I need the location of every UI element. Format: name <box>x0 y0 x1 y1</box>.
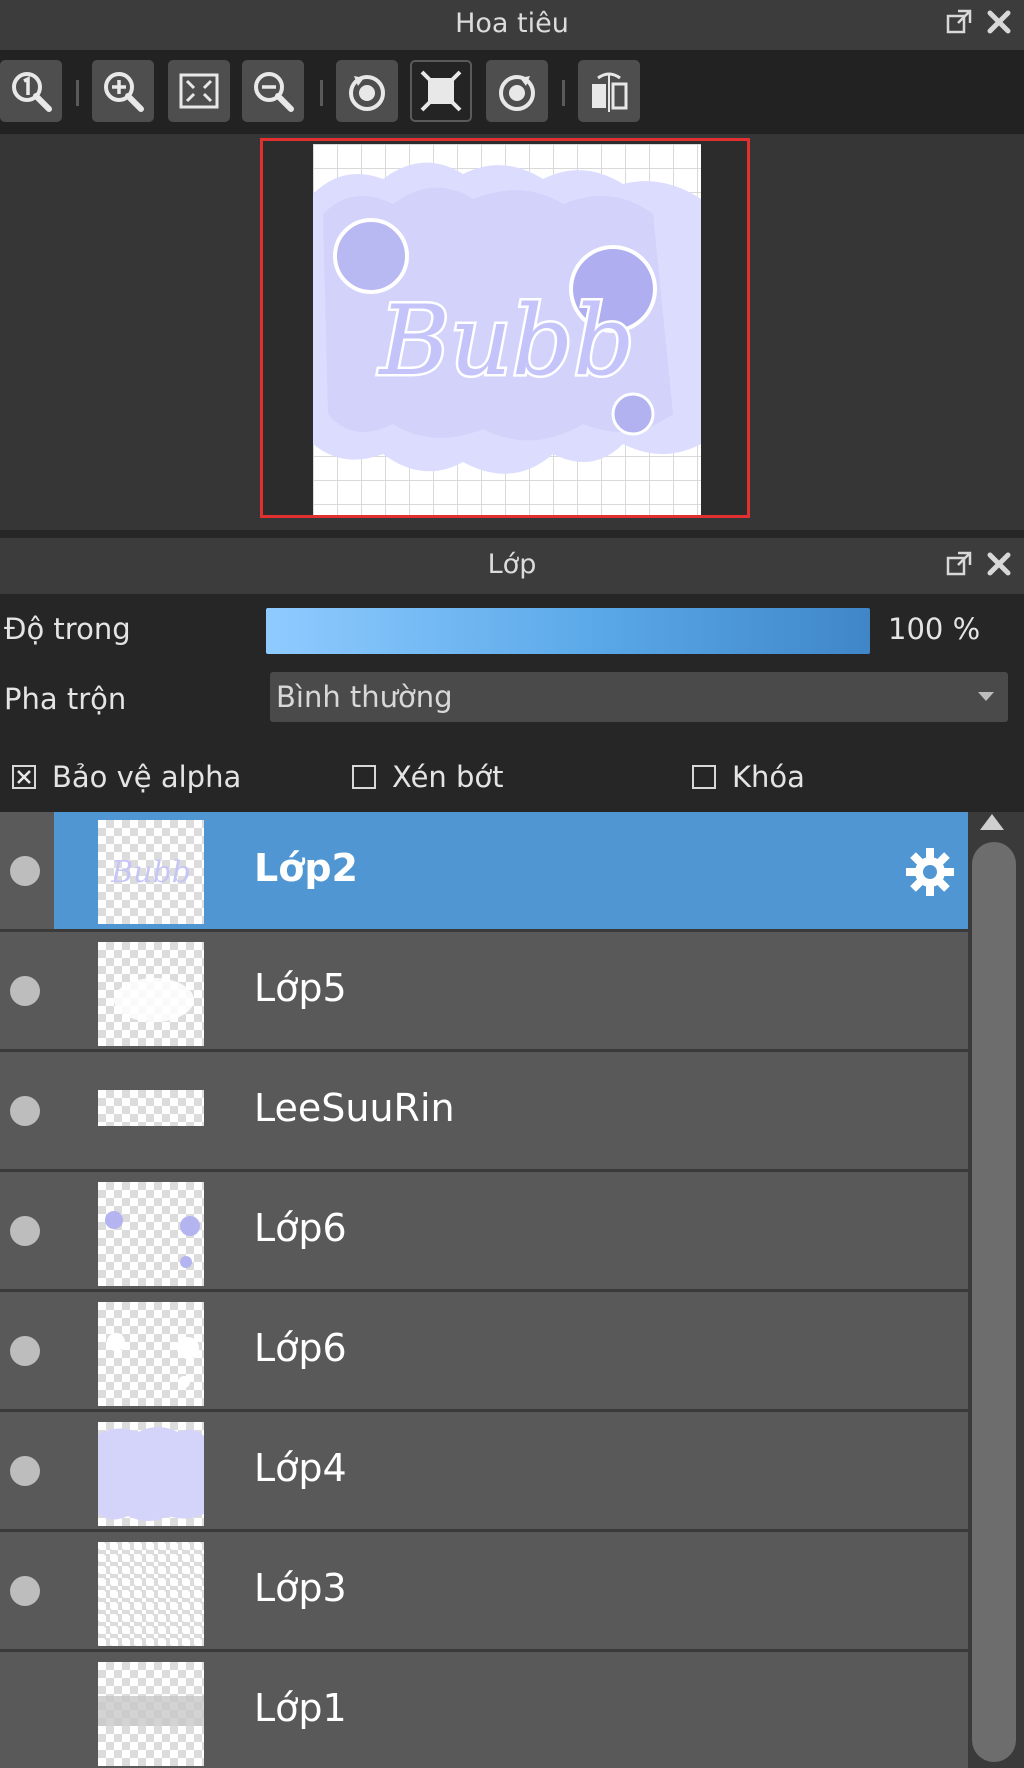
layer-name: Lớp6 <box>254 1326 347 1370</box>
layer-name: Lớp4 <box>254 1446 347 1490</box>
svg-text:Bubb: Bubb <box>110 855 191 890</box>
layer-row[interactable]: Lớp3 <box>0 1532 968 1652</box>
layer-list-scrollbar[interactable] <box>968 812 1024 1768</box>
rotate-right-icon <box>499 75 535 111</box>
scrollbar-thumb[interactable] <box>972 842 1016 1762</box>
blend-mode-label: Pha trộn <box>4 682 127 716</box>
flip-horizontal-button[interactable] <box>578 60 640 122</box>
layer-thumbnail <box>98 1542 204 1646</box>
layer-thumbnail <box>98 1182 204 1286</box>
layer-thumbnail <box>98 942 204 1046</box>
fit-to-window-button[interactable] <box>168 60 230 122</box>
visibility-toggle-icon[interactable] <box>10 1576 40 1606</box>
undock-icon[interactable] <box>944 550 974 580</box>
rotate-left-icon <box>349 75 385 111</box>
protect-alpha-label: Bảo vệ alpha <box>52 760 242 794</box>
zoom-one-icon <box>12 72 52 112</box>
layer-row[interactable]: Lớp6 <box>0 1172 968 1292</box>
layer-name: Lớp2 <box>254 846 358 890</box>
close-icon[interactable] <box>984 8 1014 38</box>
clipping-checkbox[interactable] <box>352 765 376 789</box>
close-icon[interactable] <box>984 550 1014 580</box>
toolbar-separator <box>76 80 79 106</box>
reset-view-button[interactable] <box>410 60 472 122</box>
layer-thumbnail: Bubb <box>98 820 204 924</box>
navigator-toolbar <box>0 50 1024 134</box>
rotate-right-button[interactable] <box>486 60 548 122</box>
zoom-out-icon <box>254 72 294 112</box>
visibility-toggle-icon[interactable] <box>10 1216 40 1246</box>
opacity-label: Độ trong <box>4 612 131 646</box>
layer-row[interactable]: Lớp1 <box>0 1652 968 1768</box>
canvas-preview: Bubb <box>313 144 701 515</box>
zoom-actual-size-button[interactable] <box>0 60 62 122</box>
layer-row[interactable]: Lớp4 <box>0 1412 968 1532</box>
scroll-up-arrow-icon[interactable] <box>980 814 1004 830</box>
blend-mode-select[interactable]: Bình thường <box>270 672 1008 722</box>
opacity-value: 100 % <box>888 612 981 646</box>
layer-thumbnail <box>98 1662 204 1766</box>
navigator-titlebar: Hoa tiêu <box>0 0 1024 50</box>
chevron-down-icon <box>978 692 994 701</box>
layer-name: Lớp6 <box>254 1206 347 1250</box>
reset-view-icon <box>420 70 462 112</box>
lock-label: Khóa <box>732 760 805 794</box>
visibility-toggle-icon[interactable] <box>10 856 40 886</box>
layer-row[interactable]: Lớp5 <box>0 932 968 1052</box>
navigator-preview-area[interactable]: Bubb <box>0 134 1024 530</box>
undock-icon[interactable] <box>944 8 974 38</box>
protect-alpha-option[interactable]: Bảo vệ alpha <box>12 760 241 794</box>
visibility-toggle-icon[interactable] <box>10 1456 40 1486</box>
layer-settings-gear-icon[interactable] <box>904 846 956 902</box>
flip-horizontal-icon <box>592 72 628 112</box>
canvas-artwork: Bubb <box>313 162 701 474</box>
layer-list: Bubb Lớp2 Lớp5 LeeSuuRin Lớp6 Lớp6 Lớp4 … <box>0 812 968 1768</box>
zoom-in-button[interactable] <box>92 60 154 122</box>
clipping-option[interactable]: Xén bớt <box>352 760 504 794</box>
layer-panel-title: Lớp <box>487 549 537 580</box>
protect-alpha-checkbox[interactable] <box>12 765 36 789</box>
navigator-title: Hoa tiêu <box>455 8 569 39</box>
fit-window-icon <box>179 73 219 109</box>
layer-row[interactable]: Lớp6 <box>0 1292 968 1412</box>
zoom-out-button[interactable] <box>242 60 304 122</box>
lock-option[interactable]: Khóa <box>692 760 805 794</box>
view-rectangle[interactable]: Bubb <box>260 138 750 518</box>
layer-thumbnail <box>98 1090 204 1126</box>
zoom-in-icon <box>104 72 144 112</box>
layer-row[interactable]: Bubb Lớp2 <box>0 812 968 932</box>
visibility-toggle-icon[interactable] <box>10 976 40 1006</box>
layer-panel-titlebar: Lớp <box>0 538 1024 594</box>
blend-mode-value: Bình thường <box>276 680 453 714</box>
lock-checkbox[interactable] <box>692 765 716 789</box>
layer-properties: Độ trong 100 % Pha trộn Bình thường Bảo … <box>0 594 1024 812</box>
visibility-toggle-icon[interactable] <box>10 1096 40 1126</box>
layer-name: Lớp1 <box>254 1686 347 1730</box>
preview-logo-text: Bubb <box>377 285 634 397</box>
clipping-label: Xén bớt <box>392 760 504 794</box>
layer-thumbnail <box>98 1422 204 1526</box>
rotate-left-button[interactable] <box>336 60 398 122</box>
layer-name: Lớp5 <box>254 966 347 1010</box>
toolbar-separator <box>320 80 323 106</box>
layer-name: Lớp3 <box>254 1566 347 1610</box>
layer-thumbnail <box>98 1302 204 1406</box>
layer-name: LeeSuuRin <box>254 1086 455 1130</box>
layer-row[interactable]: LeeSuuRin <box>0 1052 968 1172</box>
visibility-toggle-icon[interactable] <box>10 1336 40 1366</box>
opacity-slider[interactable] <box>266 608 870 654</box>
toolbar-separator <box>562 80 565 106</box>
